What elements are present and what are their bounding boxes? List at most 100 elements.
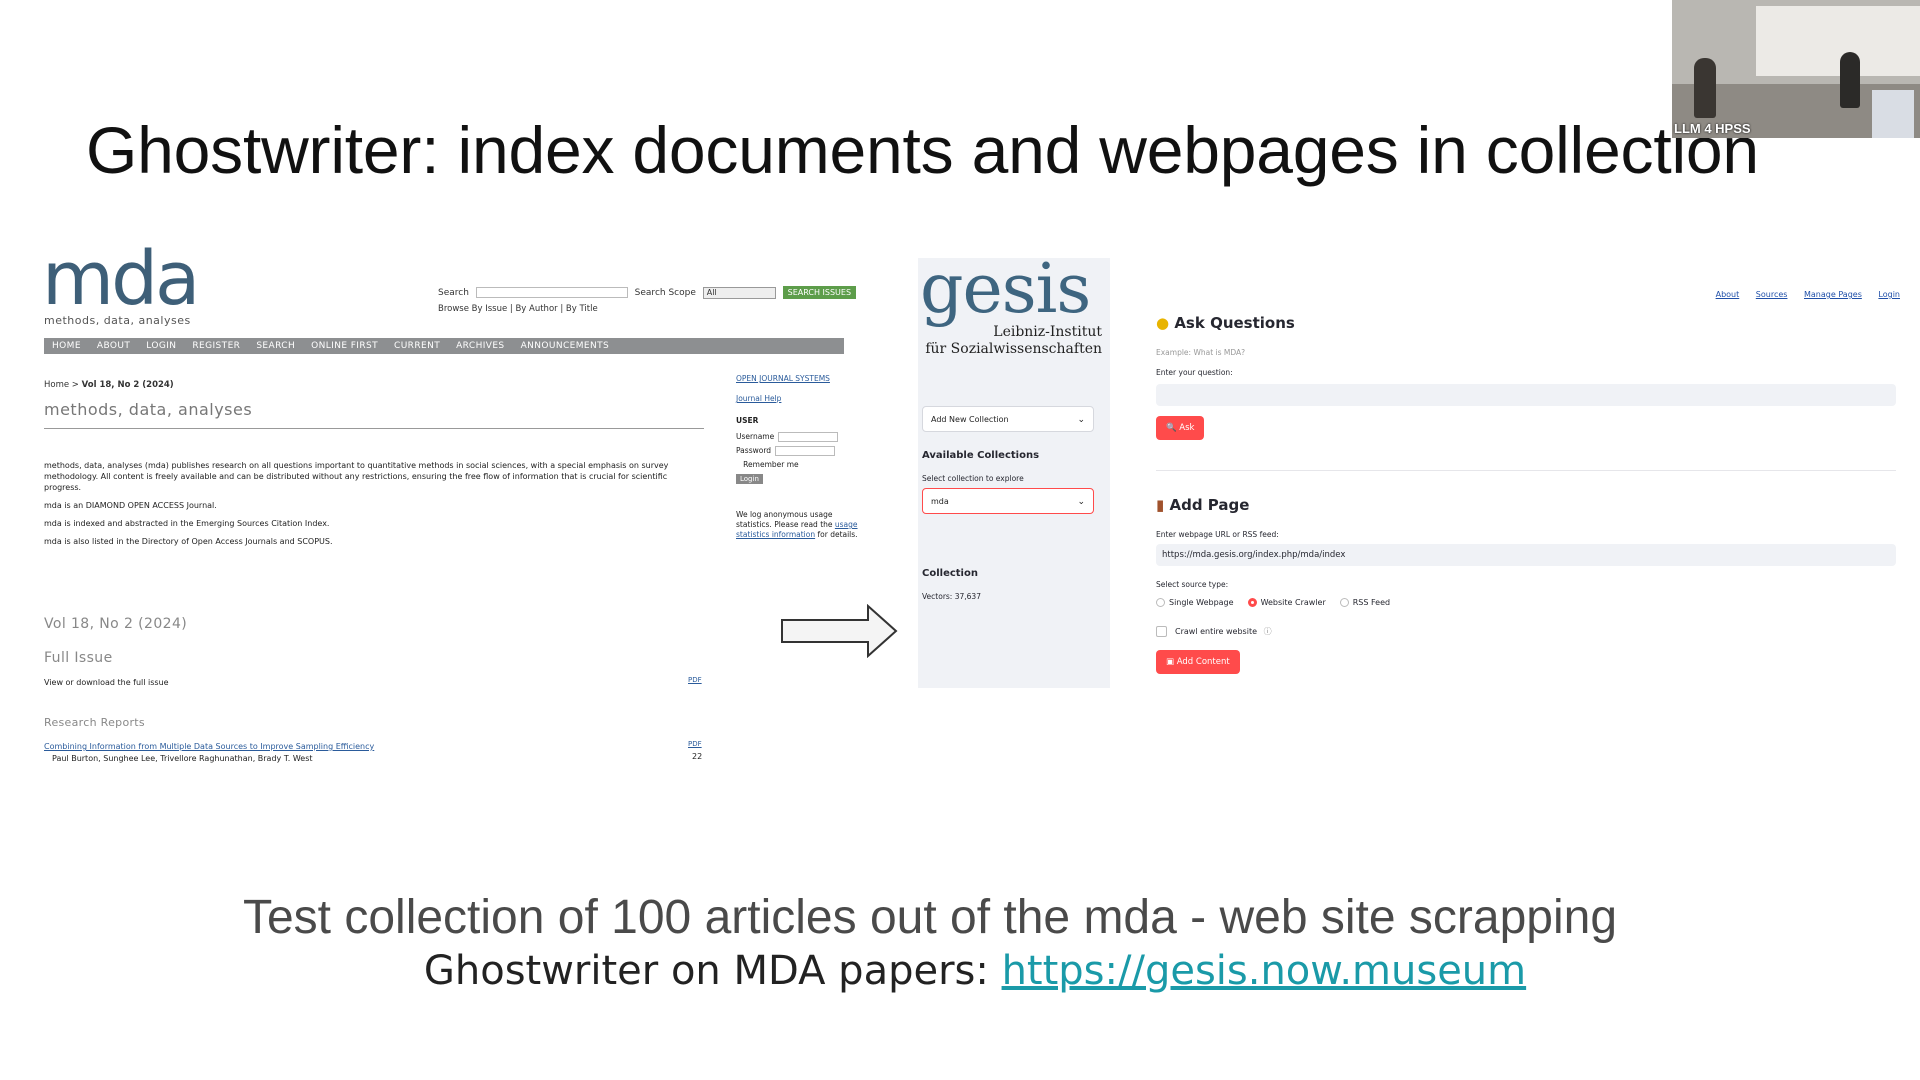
gesis-link[interactable]: https://gesis.now.museum bbox=[1002, 948, 1527, 994]
gesis-logo-subtitle: Leibniz-Institut für Sozialwissenschafte… bbox=[922, 324, 1102, 358]
question-input[interactable] bbox=[1156, 384, 1896, 406]
article-authors: Paul Burton, Sunghee Lee, Trivellore Rag… bbox=[52, 754, 313, 763]
collection-select-value: mda bbox=[931, 497, 949, 506]
journal-note: mda is an DIAMOND OPEN ACCESS Journal. bbox=[44, 501, 217, 510]
nav-sources[interactable]: Sources bbox=[1756, 290, 1788, 299]
add-page-heading: ▮ Add Page bbox=[1156, 496, 1249, 514]
books-icon: ▮ bbox=[1156, 496, 1165, 514]
search-issues-button[interactable]: SEARCH ISSUES bbox=[782, 286, 857, 299]
gesis-sidebar: gesis Leibniz-Institut für Sozialwissens… bbox=[918, 250, 1110, 688]
collection-heading: Collection bbox=[922, 568, 978, 579]
username-input[interactable] bbox=[778, 432, 839, 442]
page-heading: methods, data, analyses bbox=[44, 400, 253, 419]
vectors-count: Vectors: 37,637 bbox=[922, 592, 981, 601]
nav-archives[interactable]: ARCHIVES bbox=[448, 338, 512, 354]
login-button[interactable]: Login bbox=[736, 474, 763, 484]
radio-icon bbox=[1339, 598, 1349, 607]
article-link[interactable]: Combining Information from Multiple Data… bbox=[44, 742, 374, 751]
journal-note: mda is also listed in the Directory of O… bbox=[44, 537, 333, 546]
podium bbox=[1872, 90, 1914, 138]
add-page-title: Add Page bbox=[1169, 496, 1250, 514]
right-arrow-icon bbox=[781, 604, 898, 658]
crawl-label: Crawl entire website bbox=[1175, 627, 1258, 636]
scope-select[interactable]: All bbox=[702, 286, 776, 299]
radio-rss-feed[interactable]: RSS Feed bbox=[1339, 598, 1391, 607]
inbox-icon: ▣ bbox=[1166, 657, 1175, 667]
scope-label: Search Scope bbox=[634, 288, 696, 298]
help-icon[interactable]: ⓘ bbox=[1264, 627, 1272, 636]
available-collections-heading: Available Collections bbox=[922, 450, 1040, 461]
gesis-sub-line: Leibniz-Institut bbox=[993, 324, 1102, 340]
breadcrumb: Home > Vol 18, No 2 (2024) bbox=[44, 380, 174, 390]
journal-help-link[interactable]: Journal Help bbox=[736, 394, 781, 403]
add-collection-label: Add New Collection bbox=[931, 415, 1009, 424]
breadcrumb-home[interactable]: Home bbox=[44, 380, 69, 390]
nav-announcements[interactable]: ANNOUNCEMENTS bbox=[513, 338, 618, 354]
source-type-label: Select source type: bbox=[1156, 580, 1229, 589]
radio-website-crawler[interactable]: Website Crawler bbox=[1247, 598, 1326, 607]
radio-selected-icon bbox=[1247, 598, 1257, 607]
browse-links[interactable]: Browse By Issue | By Author | By Title bbox=[438, 304, 598, 314]
ask-example: Example: What is MDA? bbox=[1156, 348, 1246, 357]
ask-questions-heading: ● Ask Questions bbox=[1156, 314, 1295, 332]
nav-login[interactable]: Login bbox=[1878, 290, 1900, 299]
search-input[interactable] bbox=[475, 287, 628, 298]
url-label: Enter webpage URL or RSS feed: bbox=[1156, 530, 1279, 539]
checkbox-icon bbox=[1156, 626, 1167, 637]
article-pdf-link[interactable]: PDF bbox=[688, 740, 702, 748]
search-icon: 🔍 bbox=[1166, 423, 1177, 433]
pdf-link[interactable]: PDF bbox=[688, 676, 702, 684]
radio-icon bbox=[1156, 598, 1165, 607]
password-input[interactable] bbox=[775, 446, 836, 456]
speaker-figure bbox=[1840, 52, 1860, 108]
mda-website-screenshot: mda methods, data, analyses Search Searc… bbox=[40, 242, 870, 772]
source-type-radios: Single Webpage Website Crawler RSS Feed bbox=[1156, 598, 1390, 607]
nav-online-first[interactable]: ONLINE FIRST bbox=[303, 338, 386, 354]
issue-heading: Vol 18, No 2 (2024) bbox=[44, 616, 188, 632]
add-content-button[interactable]: ▣ Add Content bbox=[1156, 650, 1240, 674]
remember-me-label[interactable]: Remember me bbox=[743, 460, 798, 469]
add-collection-expander[interactable]: Add New Collection ⌄ bbox=[922, 406, 1094, 432]
nav-current[interactable]: CURRENT bbox=[386, 338, 448, 354]
collection-select[interactable]: mda ⌄ bbox=[922, 488, 1094, 514]
ojs-link[interactable]: OPEN JOURNAL SYSTEMS bbox=[736, 374, 830, 383]
select-collection-label: Select collection to explore bbox=[922, 474, 1024, 483]
mda-navbar: HOME ABOUT LOGIN REGISTER SEARCH ONLINE … bbox=[44, 338, 844, 354]
nav-about[interactable]: About bbox=[1716, 290, 1740, 299]
speaker-figure bbox=[1694, 58, 1716, 118]
nav-about[interactable]: ABOUT bbox=[89, 338, 138, 354]
mda-search-bar: Search Search Scope All SEARCH ISSUES bbox=[438, 286, 857, 299]
gesis-logo: gesis bbox=[920, 250, 1091, 329]
mda-logo-subtitle: methods, data, analyses bbox=[44, 314, 191, 327]
projector-screen bbox=[1756, 6, 1920, 76]
journal-note: mda is indexed and abstracted in the Eme… bbox=[44, 519, 330, 528]
ask-questions-title: Ask Questions bbox=[1174, 314, 1295, 332]
divider bbox=[1156, 470, 1896, 471]
link-prefix: Ghostwriter on MDA papers: bbox=[423, 948, 1002, 994]
full-issue-heading: Full Issue bbox=[44, 650, 113, 666]
crawl-checkbox[interactable]: Crawl entire website ⓘ bbox=[1156, 626, 1272, 637]
nav-search[interactable]: SEARCH bbox=[248, 338, 303, 354]
slide-link-line: Ghostwriter on MDA papers: https://gesis… bbox=[0, 948, 1920, 994]
add-content-label: Add Content bbox=[1176, 657, 1230, 667]
chevron-down-icon: ⌄ bbox=[1077, 415, 1085, 425]
gesis-sub-line: für Sozialwissenschaften bbox=[925, 341, 1102, 357]
usage-note-text: We log anonymous usage statistics. Pleas… bbox=[736, 510, 835, 529]
radio-label: RSS Feed bbox=[1352, 598, 1391, 607]
radio-label: Single Webpage bbox=[1169, 598, 1234, 607]
speaker-video: LLM 4 HPSS bbox=[1672, 0, 1920, 138]
slide-subtitle: Test collection of 100 articles out of t… bbox=[242, 891, 1618, 944]
chevron-down-icon: ⌄ bbox=[1077, 497, 1085, 507]
user-heading: USER bbox=[736, 416, 759, 425]
nav-login[interactable]: LOGIN bbox=[138, 338, 184, 354]
nav-home[interactable]: HOME bbox=[44, 338, 89, 354]
ask-button[interactable]: 🔍 Ask bbox=[1156, 416, 1205, 440]
nav-manage-pages[interactable]: Manage Pages bbox=[1804, 290, 1862, 299]
usage-note-text: for details. bbox=[815, 530, 858, 539]
url-input[interactable]: https://mda.gesis.org/index.php/mda/inde… bbox=[1156, 544, 1896, 566]
ask-prompt-label: Enter your question: bbox=[1156, 368, 1233, 377]
nav-register[interactable]: REGISTER bbox=[184, 338, 248, 354]
gesis-main: About Sources Manage Pages Login ● Ask Q… bbox=[1156, 286, 1900, 686]
radio-single-webpage[interactable]: Single Webpage bbox=[1156, 598, 1234, 607]
slide-title: Ghostwriter: index documents and webpage… bbox=[86, 113, 1759, 187]
